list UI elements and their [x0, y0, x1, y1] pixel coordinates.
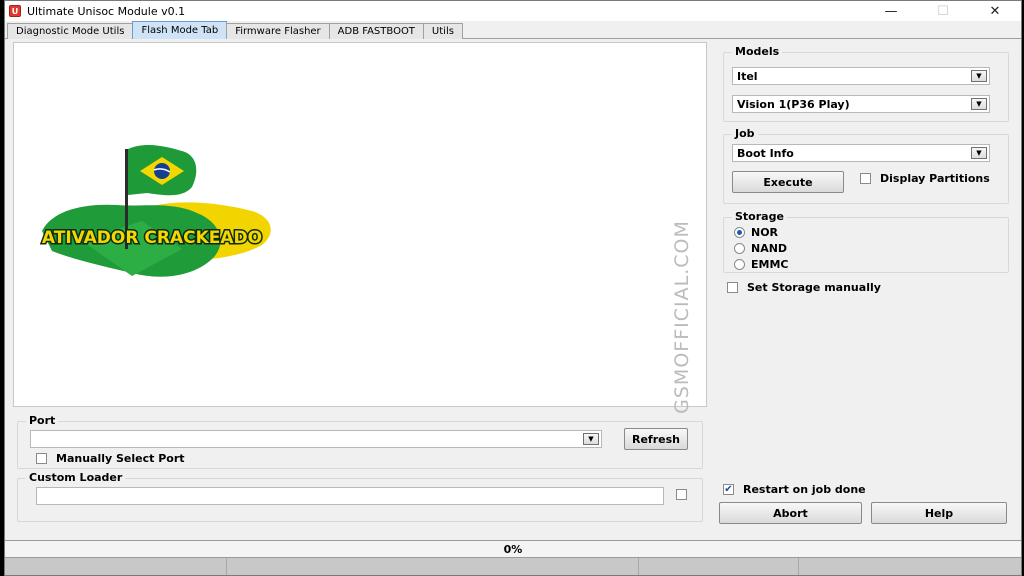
restart-on-job-done-checkbox[interactable]: ✔ Restart on job done	[723, 483, 866, 496]
brand-value: Itel	[737, 69, 758, 83]
close-icon[interactable]: ✕	[969, 1, 1021, 21]
tab-firmware-flasher[interactable]: Firmware Flasher	[226, 23, 330, 39]
model-value: Vision 1(P36 Play)	[737, 97, 850, 111]
custom-loader-checkbox[interactable]	[676, 489, 696, 500]
help-button[interactable]: Help	[871, 502, 1007, 524]
models-group: Models Itel ▼ Vision 1(P36 Play) ▼	[723, 45, 1009, 122]
storage-label: Storage	[732, 210, 787, 223]
chevron-down-icon[interactable]: ▼	[971, 70, 987, 82]
brand-logo: ATIVADOR CRACKEADO	[40, 145, 271, 277]
restart-on-job-done-label: Restart on job done	[743, 483, 866, 496]
execute-button[interactable]: Execute	[732, 171, 844, 193]
tab-diagnostic-mode-utils[interactable]: Diagnostic Mode Utils	[7, 23, 134, 39]
port-group: Port ▼ Refresh Manually Select Port	[17, 414, 703, 469]
brand-select[interactable]: Itel ▼	[732, 67, 990, 85]
chevron-down-icon[interactable]: ▼	[971, 147, 987, 159]
checkbox-box[interactable]	[860, 173, 871, 184]
storage-radio-emmc[interactable]: EMMC	[734, 258, 788, 271]
tab-strip: Diagnostic Mode Utils Flash Mode Tab Fir…	[7, 21, 463, 39]
progress-bar: 0%	[5, 540, 1021, 558]
checkbox-box[interactable]	[676, 489, 687, 500]
tab-flash-mode[interactable]: Flash Mode Tab	[132, 21, 228, 39]
set-storage-manually-checkbox[interactable]: Set Storage manually	[727, 281, 881, 294]
storage-option-label: EMMC	[751, 258, 789, 271]
model-select[interactable]: Vision 1(P36 Play) ▼	[732, 95, 990, 113]
job-value: Boot Info	[737, 146, 794, 160]
radio-button[interactable]	[734, 243, 745, 254]
status-segment	[227, 558, 639, 575]
checkbox-box[interactable]: ✔	[723, 484, 734, 495]
storage-radio-nor[interactable]: NOR	[734, 226, 778, 239]
job-select[interactable]: Boot Info ▼	[732, 144, 990, 162]
storage-radio-nand[interactable]: NAND	[734, 242, 787, 255]
checkbox-box[interactable]	[36, 453, 47, 464]
window-title: Ultimate Unisoc Module v0.1	[27, 4, 186, 18]
title-bar: U Ultimate Unisoc Module v0.1 — ☐ ✕	[5, 1, 1021, 21]
abort-button[interactable]: Abort	[719, 502, 862, 524]
radio-button[interactable]	[734, 259, 745, 270]
chevron-down-icon[interactable]: ▼	[971, 98, 987, 110]
app-icon: U	[9, 5, 21, 17]
refresh-button[interactable]: Refresh	[624, 428, 688, 450]
window-controls: — ☐ ✕	[865, 1, 1021, 21]
maximize-icon: ☐	[937, 3, 949, 19]
display-partitions-checkbox[interactable]: Display Partitions	[860, 172, 990, 185]
manually-select-port-label: Manually Select Port	[56, 452, 185, 465]
models-label: Models	[732, 45, 783, 58]
custom-loader-group: Custom Loader	[17, 471, 703, 522]
display-partitions-label: Display Partitions	[880, 172, 990, 185]
status-bar	[5, 558, 1021, 575]
minimize-icon[interactable]: —	[865, 1, 917, 21]
job-group: Job Boot Info ▼ Execute Display Partitio…	[723, 127, 1009, 204]
status-segment	[639, 558, 799, 575]
set-storage-manually-label: Set Storage manually	[747, 281, 881, 294]
watermark: GSMOFFICIAL.COM	[671, 220, 693, 414]
custom-loader-input[interactable]	[36, 487, 664, 505]
progress-text: 0%	[503, 542, 523, 556]
app-window: U Ultimate Unisoc Module v0.1 — ☐ ✕ Diag…	[4, 0, 1022, 576]
preview-canvas: ATIVADOR CRACKEADO GSMOFFICIAL.COM	[13, 42, 707, 414]
radio-button[interactable]	[734, 227, 745, 238]
storage-option-label: NAND	[751, 242, 788, 255]
chevron-down-icon[interactable]: ▼	[583, 433, 599, 445]
port-select[interactable]: ▼	[30, 430, 602, 448]
tab-utils[interactable]: Utils	[422, 23, 463, 39]
status-segment	[5, 558, 227, 575]
storage-group: Storage NOR NAND EMMC	[723, 210, 1009, 273]
checkbox-box[interactable]	[727, 282, 738, 293]
storage-option-label: NOR	[751, 226, 779, 239]
tab-adb-fastboot[interactable]: ADB FASTBOOT	[328, 23, 424, 39]
job-label: Job	[732, 127, 758, 140]
logo-text: ATIVADOR CRACKEADO	[42, 228, 262, 248]
port-label: Port	[26, 414, 59, 427]
custom-loader-label: Custom Loader	[26, 471, 126, 484]
manually-select-port-checkbox[interactable]: Manually Select Port	[36, 452, 185, 465]
